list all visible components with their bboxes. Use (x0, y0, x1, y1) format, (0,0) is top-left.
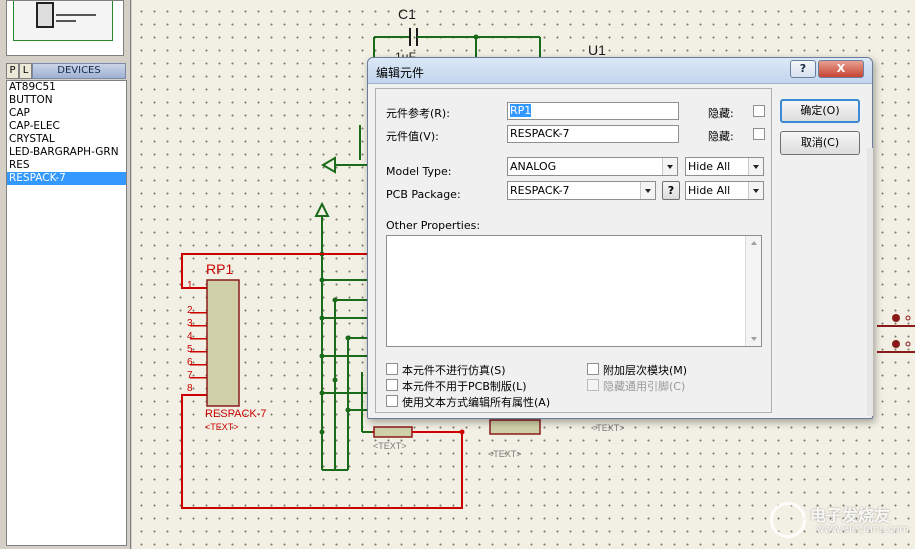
chevron-down-icon[interactable] (662, 158, 677, 175)
overview-frame (13, 1, 113, 41)
respack-text-label[interactable]: <TEXT> (205, 422, 239, 432)
edit-as-text-checkbox[interactable] (386, 395, 398, 407)
edit-component-dialog: 编辑元件 ? X 元件参考(R): RP1 隐藏: 元件值(V): RESPAC… (367, 57, 873, 419)
device-item[interactable]: CAP-ELEC (7, 120, 126, 133)
model-type-value: ANALOG (510, 160, 557, 173)
edit-as-text-label[interactable]: 使用文本方式编辑所有属性(A) (402, 394, 550, 410)
exclude-simulation-label[interactable]: 本元件不进行仿真(S) (402, 362, 506, 378)
chip-label[interactable]: U1 (588, 42, 606, 58)
device-item[interactable]: LED-BARGRAPH-GRN (7, 146, 126, 159)
resistor-body (373, 426, 413, 438)
scroll-down-icon[interactable] (751, 337, 757, 341)
watermark-logo-icon (770, 502, 806, 538)
pin-number: 3 (187, 318, 193, 329)
text-placeholder[interactable]: <TEXT> (591, 423, 625, 433)
device-item[interactable]: CAP (7, 107, 126, 120)
hide-common-pins-label: 隐藏通用引脚(C) (603, 380, 686, 393)
model-type-visibility-select[interactable]: Hide All (685, 157, 764, 176)
attach-hierarchy-checkbox[interactable] (587, 363, 599, 375)
device-item[interactable]: RES (7, 159, 126, 172)
watermark: 电子发烧友 www.elecfans.com (770, 500, 910, 546)
library-manager-button[interactable]: L (19, 63, 32, 79)
pin-number: 8 (187, 383, 193, 394)
exclude-simulation-checkbox[interactable] (386, 363, 398, 375)
ok-button[interactable]: 确定(O) (780, 99, 860, 123)
overview-preview[interactable] (6, 0, 124, 56)
part-body (489, 419, 541, 435)
hidden-label: 隐藏: (708, 130, 734, 143)
chevron-down-icon[interactable] (748, 182, 763, 199)
pin-number: 6 (187, 357, 193, 368)
model-type-select[interactable]: ANALOG (507, 157, 678, 176)
pin-number: 4 (187, 331, 193, 342)
capacitor-label[interactable]: C1 (398, 6, 416, 22)
scroll-up-icon[interactable] (751, 241, 757, 245)
help-button[interactable]: ? (790, 60, 816, 78)
pin-number: 7 (187, 370, 193, 381)
part-value-input[interactable]: RESPACK-7 (507, 125, 679, 143)
respack-ref-label[interactable]: RP1 (206, 261, 233, 277)
pcb-package-select[interactable]: RESPACK-7 (507, 181, 656, 200)
pick-parts-button[interactable]: P (6, 63, 19, 79)
device-list[interactable]: AT89C51 BUTTON CAP CAP-ELEC CRYSTAL LED-… (6, 80, 127, 546)
pcb-package-label: PCB Package: (386, 188, 461, 201)
device-item-selected[interactable]: RESPACK-7 (7, 172, 126, 185)
left-panel: P L DEVICES AT89C51 BUTTON CAP CAP-ELEC … (0, 0, 131, 549)
part-reference-value: RP1 (510, 104, 532, 117)
hide-reference-checkbox[interactable] (753, 105, 765, 117)
watermark-url: www.elecfans.com (816, 524, 910, 535)
other-properties-textarea[interactable] (386, 235, 762, 347)
properties-scrollbar[interactable] (745, 236, 761, 346)
hide-value-checkbox[interactable] (753, 128, 765, 140)
exclude-pcb-label[interactable]: 本元件不用于PCB制版(L) (402, 378, 527, 394)
dialog-title: 编辑元件 (376, 66, 425, 80)
pcb-package-visibility-select[interactable]: Hide All (685, 181, 764, 200)
devices-header: DEVICES (32, 63, 126, 79)
cancel-button[interactable]: 取消(C) (780, 131, 860, 155)
library-header: P L DEVICES (6, 63, 126, 79)
preview-chip-icon (36, 2, 54, 28)
other-properties-label: Other Properties: (386, 219, 481, 232)
hide-common-pins-checkbox (587, 379, 599, 391)
pcb-package-visibility-value: Hide All (688, 184, 731, 197)
part-reference-input[interactable]: RP1 (507, 102, 679, 120)
exclude-pcb-checkbox[interactable] (386, 379, 398, 391)
chevron-down-icon[interactable] (640, 182, 655, 199)
close-button[interactable]: X (818, 60, 864, 78)
pin-number: 5 (187, 344, 193, 355)
device-item[interactable]: BUTTON (7, 94, 126, 107)
model-type-visibility-value: Hide All (688, 160, 731, 173)
dialog-titlebar[interactable]: 编辑元件 ? X (368, 58, 872, 84)
dialog-edge-scrollbar (867, 148, 873, 416)
pin-number: 2 (187, 305, 193, 316)
pcb-package-help-button[interactable]: ? (662, 181, 680, 200)
green-bus (322, 253, 372, 471)
part-reference-label: 元件参考(R): (386, 107, 450, 120)
preview-wire (56, 14, 96, 16)
preview-wire-2 (56, 20, 76, 22)
respack-name-label[interactable]: RESPACK-7 (205, 408, 267, 420)
part-value-label: 元件值(V): (386, 130, 439, 143)
pcb-package-value: RESPACK-7 (510, 184, 570, 197)
respack-body (206, 279, 240, 407)
watermark-text: 电子发烧友 (810, 506, 891, 525)
attach-hierarchy-label[interactable]: 附加层次模块(M) (603, 362, 687, 378)
dialog-body: 元件参考(R): RP1 隐藏: 元件值(V): RESPACK-7 隐藏: M… (375, 88, 772, 413)
right-terminals (877, 314, 915, 353)
text-placeholder[interactable]: <TEXT> (373, 441, 407, 451)
pin-number: 1 (187, 280, 193, 291)
chevron-down-icon[interactable] (748, 158, 763, 175)
device-item[interactable]: CRYSTAL (7, 133, 126, 146)
text-placeholder[interactable]: <TEXT> (488, 449, 522, 459)
device-item[interactable]: AT89C51 (7, 81, 126, 94)
power-symbols (314, 125, 367, 470)
model-type-label: Model Type: (386, 165, 452, 178)
hidden-label: 隐藏: (708, 107, 734, 120)
